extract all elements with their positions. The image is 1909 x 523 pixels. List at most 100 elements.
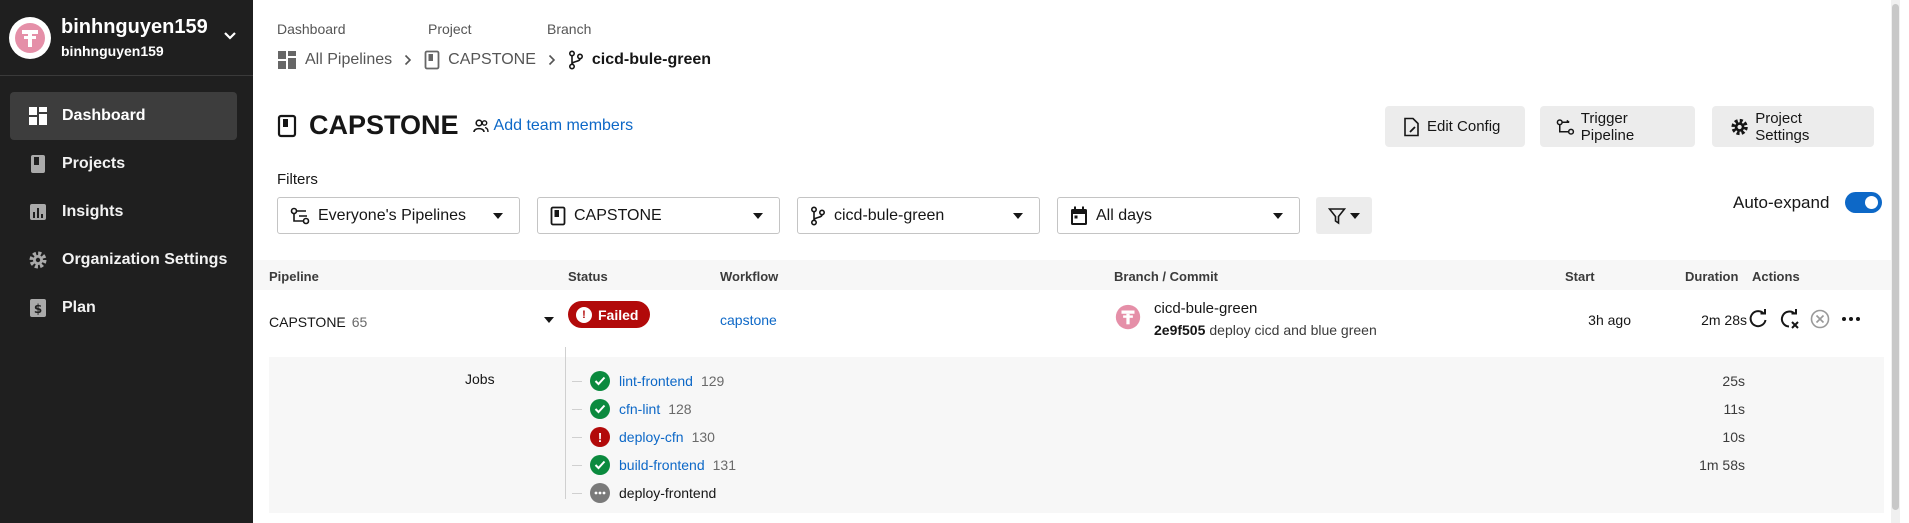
column-header-actions: Actions (1752, 269, 1800, 284)
more-options-icon[interactable] (1840, 308, 1862, 330)
failed-icon: ! (590, 427, 610, 447)
job-duration: 10s (1722, 429, 1745, 445)
status-badge[interactable]: ! Failed (568, 301, 651, 328)
status-label: Failed (598, 306, 639, 323)
row-actions (1747, 308, 1871, 330)
scrollbar-thumb[interactable] (1892, 4, 1899, 510)
commit-author-avatar (1115, 304, 1141, 330)
breadcrumb-all-pipelines[interactable]: All Pipelines (277, 50, 392, 70)
breadcrumb-label-branch: Branch (547, 21, 592, 37)
duration: 2m 28s (1701, 312, 1747, 328)
sidebar-item-projects[interactable]: Projects (10, 140, 237, 188)
commit-info[interactable]: 2e9f505 deploy cicd and blue green (1154, 322, 1377, 338)
edit-config-label: Edit Config (1427, 118, 1501, 135)
days-filter-select[interactable]: All days (1057, 197, 1300, 234)
jobs-label: Jobs (465, 371, 495, 387)
sidebar-item-plan[interactable]: $ Plan (10, 284, 237, 332)
branch-filter-value: cicd-bule-green (834, 206, 945, 224)
sidebar-item-label: Organization Settings (62, 251, 228, 268)
start-time: 3h ago (1588, 312, 1631, 328)
job-item[interactable]: deploy-frontend (572, 483, 716, 503)
column-header-duration: Duration (1685, 269, 1739, 284)
job-name: deploy-frontend (619, 485, 717, 501)
job-number: 129 (700, 373, 725, 389)
svg-text:$: $ (34, 302, 42, 316)
breadcrumb-label-project: Project (428, 21, 472, 37)
branch-filter-select[interactable]: cicd-bule-green (797, 197, 1040, 234)
days-filter-value: All days (1096, 206, 1153, 224)
org-name: binhnguyen159 (61, 15, 208, 38)
job-name[interactable]: build-frontend (619, 457, 705, 473)
add-team-label: Add team members (493, 116, 634, 134)
job-number: 131 (712, 457, 736, 473)
sidebar-item-label: Dashboard (62, 107, 146, 124)
breadcrumb-project[interactable]: CAPSTONE (424, 50, 536, 70)
project-settings-button[interactable]: Project Settings (1712, 106, 1874, 147)
branch-icon (810, 205, 826, 226)
caret-down-icon (1273, 213, 1283, 219)
filter-icon (1328, 207, 1346, 224)
job-name[interactable]: deploy-cfn (619, 429, 684, 445)
job-name[interactable]: cfn-lint (619, 401, 660, 417)
pipelines-filter-select[interactable]: Everyone's Pipelines (277, 197, 520, 234)
add-team-members-link[interactable]: Add team members (472, 116, 634, 135)
breadcrumb-item-label: CAPSTONE (448, 51, 536, 68)
calendar-icon (1071, 206, 1087, 225)
chevron-right-icon (404, 54, 412, 66)
caret-down-icon (1350, 212, 1360, 219)
failed-icon: ! (576, 306, 592, 323)
sidebar-item-dashboard[interactable]: Dashboard (10, 92, 237, 140)
org-switcher[interactable]: binhnguyen159 binhnguyen159 (0, 0, 253, 76)
chevron-down-icon[interactable] (223, 28, 237, 45)
breadcrumb-item-label: All Pipelines (305, 51, 393, 68)
rerun-failed-icon[interactable] (1778, 308, 1800, 330)
breadcrumb-branch[interactable]: cicd-bule-green (568, 50, 711, 70)
job-number: 128 (668, 401, 692, 417)
projects-icon (26, 152, 50, 176)
workflow-link[interactable]: capstone (720, 312, 777, 328)
sidebar-item-insights[interactable]: Insights (10, 188, 237, 236)
sidebar-item-label: Projects (62, 155, 126, 172)
breadcrumb-label-dashboard: Dashboard (277, 21, 346, 37)
pipelines-icon (290, 207, 310, 224)
pipeline-name[interactable]: CAPSTONE 65 (269, 314, 367, 330)
filters-label: Filters (277, 171, 318, 188)
column-header-status: Status (568, 269, 608, 284)
auto-expand-toggle[interactable] (1845, 192, 1883, 213)
caret-down-icon (753, 213, 763, 219)
job-number: 130 (691, 429, 715, 445)
job-duration: 25s (1722, 373, 1745, 389)
gear-icon (26, 248, 50, 272)
project-filter-select[interactable]: CAPSTONE (537, 197, 780, 234)
expand-caret-icon[interactable] (543, 312, 555, 329)
plan-icon: $ (26, 296, 50, 320)
job-item[interactable]: cfn-lint 128 (572, 399, 692, 419)
sidebar-item-organization-settings[interactable]: Organization Settings (10, 236, 237, 284)
scrollbar[interactable] (1891, 0, 1900, 523)
trigger-pipeline-label: Trigger Pipeline (1580, 109, 1635, 144)
rerun-icon[interactable] (1747, 308, 1769, 330)
project-settings-label: Project Settings (1755, 109, 1810, 144)
sidebar: binhnguyen159 binhnguyen159 Dashboard Pr… (0, 0, 253, 523)
success-check-icon (590, 455, 610, 475)
chevron-right-icon (548, 54, 556, 66)
trigger-pipeline-button[interactable]: Trigger Pipeline (1540, 106, 1695, 147)
job-item[interactable]: ! deploy-cfn 130 (572, 427, 715, 447)
main-content: Dashboard Project Branch All Pipelines C… (253, 0, 1900, 523)
job-name[interactable]: lint-frontend (619, 373, 693, 389)
insights-icon (26, 200, 50, 224)
filter-menu-button[interactable] (1316, 197, 1372, 234)
jobs-tree-line (565, 347, 566, 499)
branch-name[interactable]: cicd-bule-green (1154, 300, 1257, 317)
branch-icon (568, 50, 583, 70)
column-header-start: Start (1565, 269, 1595, 284)
success-check-icon (590, 399, 610, 419)
job-item[interactable]: lint-frontend 129 (572, 371, 724, 391)
job-duration: 1m 58s (1699, 457, 1745, 473)
column-header-pipeline: Pipeline (269, 269, 319, 284)
breadcrumb: All Pipelines CAPSTONE cicd-bule-green (277, 48, 711, 72)
commit-sha: 2e9f505 (1154, 322, 1206, 338)
cancel-icon[interactable] (1809, 308, 1831, 330)
job-item[interactable]: build-frontend 131 (572, 455, 736, 475)
edit-config-button[interactable]: Edit Config (1385, 106, 1525, 147)
